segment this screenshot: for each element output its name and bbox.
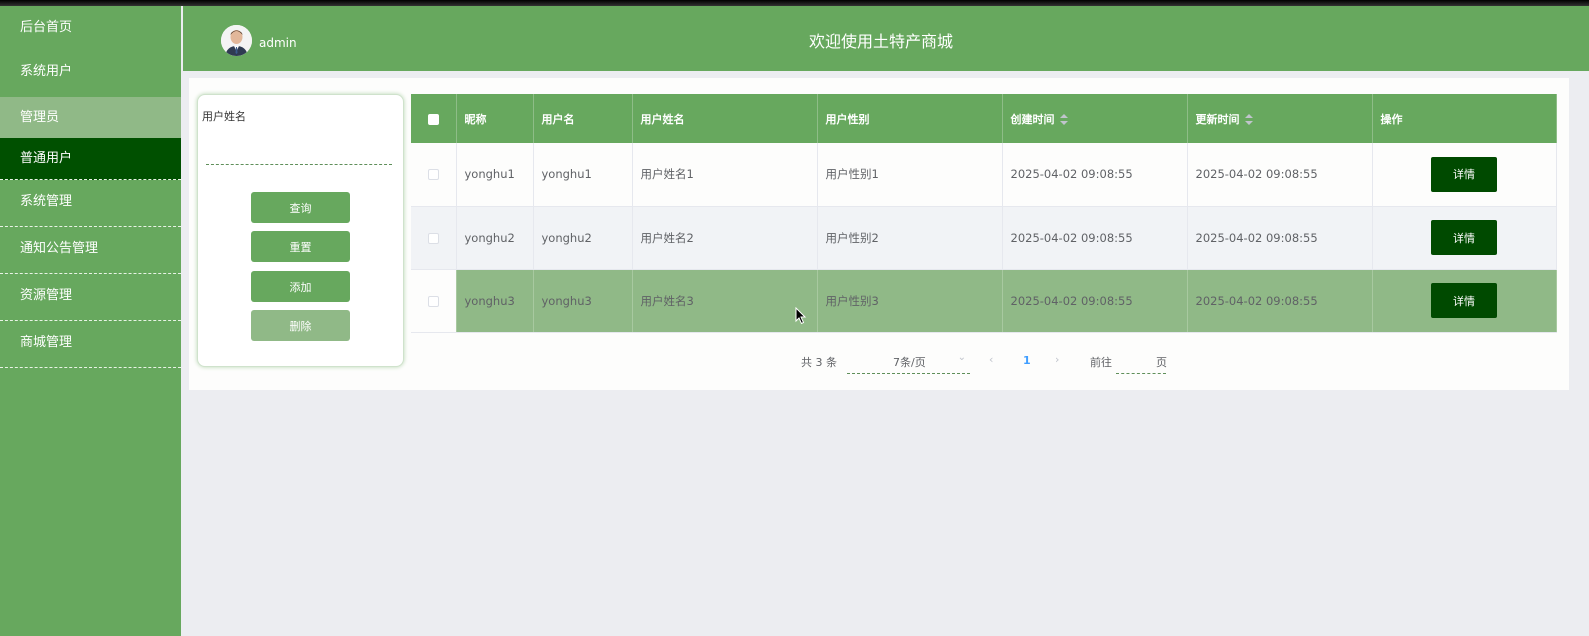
detail-button[interactable]: 详情	[1431, 220, 1497, 255]
select-all-checkbox[interactable]	[427, 113, 439, 125]
cell-updated: 2025-04-02 09:08:55	[1187, 269, 1373, 333]
sidebar-item-resource-management[interactable]: 资源管理	[0, 274, 181, 321]
cell-realname: 用户姓名3	[632, 269, 818, 333]
row-checkbox[interactable]	[427, 169, 439, 181]
cell-created: 2025-04-02 09:08:55	[1002, 269, 1188, 333]
table-row[interactable]: yonghu1 yonghu1 用户姓名1 用户性别1 2025-04-02 0…	[411, 143, 1557, 207]
cell-updated: 2025-04-02 09:08:55	[1187, 206, 1373, 270]
sidebar-item-home[interactable]: 后台首页	[0, 6, 181, 50]
search-input[interactable]	[206, 135, 392, 165]
sidebar-item-mall-management[interactable]: 商城管理	[0, 321, 181, 368]
cell-gender: 用户性别1	[817, 143, 1003, 207]
column-header-actions: 操作	[1372, 94, 1557, 143]
column-header-gender: 用户性别	[817, 94, 1003, 143]
page-number-current[interactable]: 1	[1023, 354, 1031, 367]
sidebar-item-label: 系统管理	[20, 194, 73, 209]
user-table: 昵称 用户名 用户姓名 用户性别 创建时间 更新时间 操作 yonghu1 yo…	[411, 94, 1557, 333]
column-header-updated[interactable]: 更新时间	[1187, 94, 1373, 143]
sidebar-item-notice-management[interactable]: 通知公告管理	[0, 227, 181, 274]
page-size-select[interactable]: 7条/页 ⌄	[847, 346, 970, 374]
cell-actions: 详情	[1372, 143, 1557, 207]
sidebar: 后台首页 系统用户 管理员 普通用户 系统管理 通知公告管理 资源管理 商城管理	[0, 6, 181, 636]
chevron-left-icon[interactable]: ‹	[989, 353, 993, 366]
sidebar-item-system-users[interactable]: 系统用户	[0, 50, 181, 97]
pagination: 共 3 条 7条/页 ⌄ ‹ 1 › 前往 页	[189, 346, 1569, 376]
row-checkbox[interactable]	[427, 295, 439, 307]
cell-username: yonghu1	[533, 143, 633, 207]
cell-gender: 用户性别2	[817, 206, 1003, 270]
sidebar-item-label: 普通用户	[20, 151, 73, 166]
select-all-cell	[411, 94, 457, 143]
detail-button[interactable]: 详情	[1431, 156, 1497, 192]
delete-button[interactable]: 删除	[251, 310, 350, 341]
reset-button[interactable]: 重置	[251, 231, 350, 262]
sidebar-item-admin[interactable]: 管理员	[0, 97, 181, 138]
add-button[interactable]: 添加	[251, 271, 350, 302]
pagination-total: 共 3 条	[801, 356, 837, 369]
column-header-realname: 用户姓名	[632, 94, 818, 143]
mouse-cursor-icon	[795, 307, 807, 325]
table-header-row: 昵称 用户名 用户姓名 用户性别 创建时间 更新时间 操作	[411, 94, 1557, 143]
chevron-right-icon[interactable]: ›	[1055, 353, 1059, 366]
column-header-username: 用户名	[533, 94, 633, 143]
detail-button[interactable]: 详情	[1431, 283, 1497, 318]
sort-caret-icon[interactable]	[1059, 113, 1068, 126]
cell-created: 2025-04-02 09:08:55	[1002, 206, 1188, 270]
column-header-label: 更新时间	[1195, 112, 1240, 126]
row-select-cell	[411, 269, 457, 333]
column-header-nickname: 昵称	[456, 94, 534, 143]
header: admin 欢迎使用土特产商城	[183, 6, 1589, 71]
sidebar-item-label: 系统用户	[20, 64, 73, 79]
cell-nickname: yonghu3	[456, 269, 534, 333]
sidebar-item-label: 后台首页	[20, 20, 73, 35]
row-select-cell	[411, 206, 457, 270]
cell-gender: 用户性别3	[817, 269, 1003, 333]
row-checkbox[interactable]	[427, 232, 439, 244]
sidebar-item-label: 商城管理	[20, 335, 73, 350]
column-header-created[interactable]: 创建时间	[1002, 94, 1188, 143]
sidebar-item-label: 管理员	[20, 110, 60, 125]
sidebar-item-system-management[interactable]: 系统管理	[0, 180, 181, 227]
cell-created: 2025-04-02 09:08:55	[1002, 143, 1188, 207]
query-button[interactable]: 查询	[251, 192, 350, 223]
table-row[interactable]: yonghu2 yonghu2 用户姓名2 用户性别2 2025-04-02 0…	[411, 206, 1557, 270]
cell-nickname: yonghu1	[456, 143, 534, 207]
cell-realname: 用户姓名1	[632, 143, 818, 207]
cell-username: yonghu3	[533, 269, 633, 333]
cell-actions: 详情	[1372, 269, 1557, 333]
cell-realname: 用户姓名2	[632, 206, 818, 270]
row-select-cell	[411, 143, 457, 207]
goto-label: 前往	[1090, 356, 1112, 369]
cell-nickname: yonghu2	[456, 206, 534, 270]
main-content: 用户姓名 查询 重置 添加 删除 昵称 用户名 用户姓名 用户性别 创建时间 更…	[189, 78, 1569, 390]
search-panel: 用户姓名 查询 重置 添加 删除	[197, 94, 404, 367]
goto-suffix: 页	[1156, 356, 1167, 369]
sidebar-item-normal-users[interactable]: 普通用户	[0, 138, 181, 180]
cell-actions: 详情	[1372, 206, 1557, 270]
table-row[interactable]: yonghu3 yonghu3 用户姓名3 用户性别3 2025-04-02 0…	[411, 269, 1557, 333]
column-header-label: 创建时间	[1010, 112, 1055, 126]
chevron-down-icon: ⌄	[957, 352, 966, 363]
sidebar-item-label: 资源管理	[20, 288, 73, 303]
page-title: 欢迎使用土特产商城	[808, 32, 953, 51]
cell-updated: 2025-04-02 09:08:55	[1187, 143, 1373, 207]
cell-username: yonghu2	[533, 206, 633, 270]
sort-caret-icon[interactable]	[1244, 113, 1253, 126]
sidebar-item-label: 通知公告管理	[20, 241, 99, 256]
search-label: 用户姓名	[202, 110, 246, 123]
page-size-value: 7条/页	[893, 356, 926, 369]
